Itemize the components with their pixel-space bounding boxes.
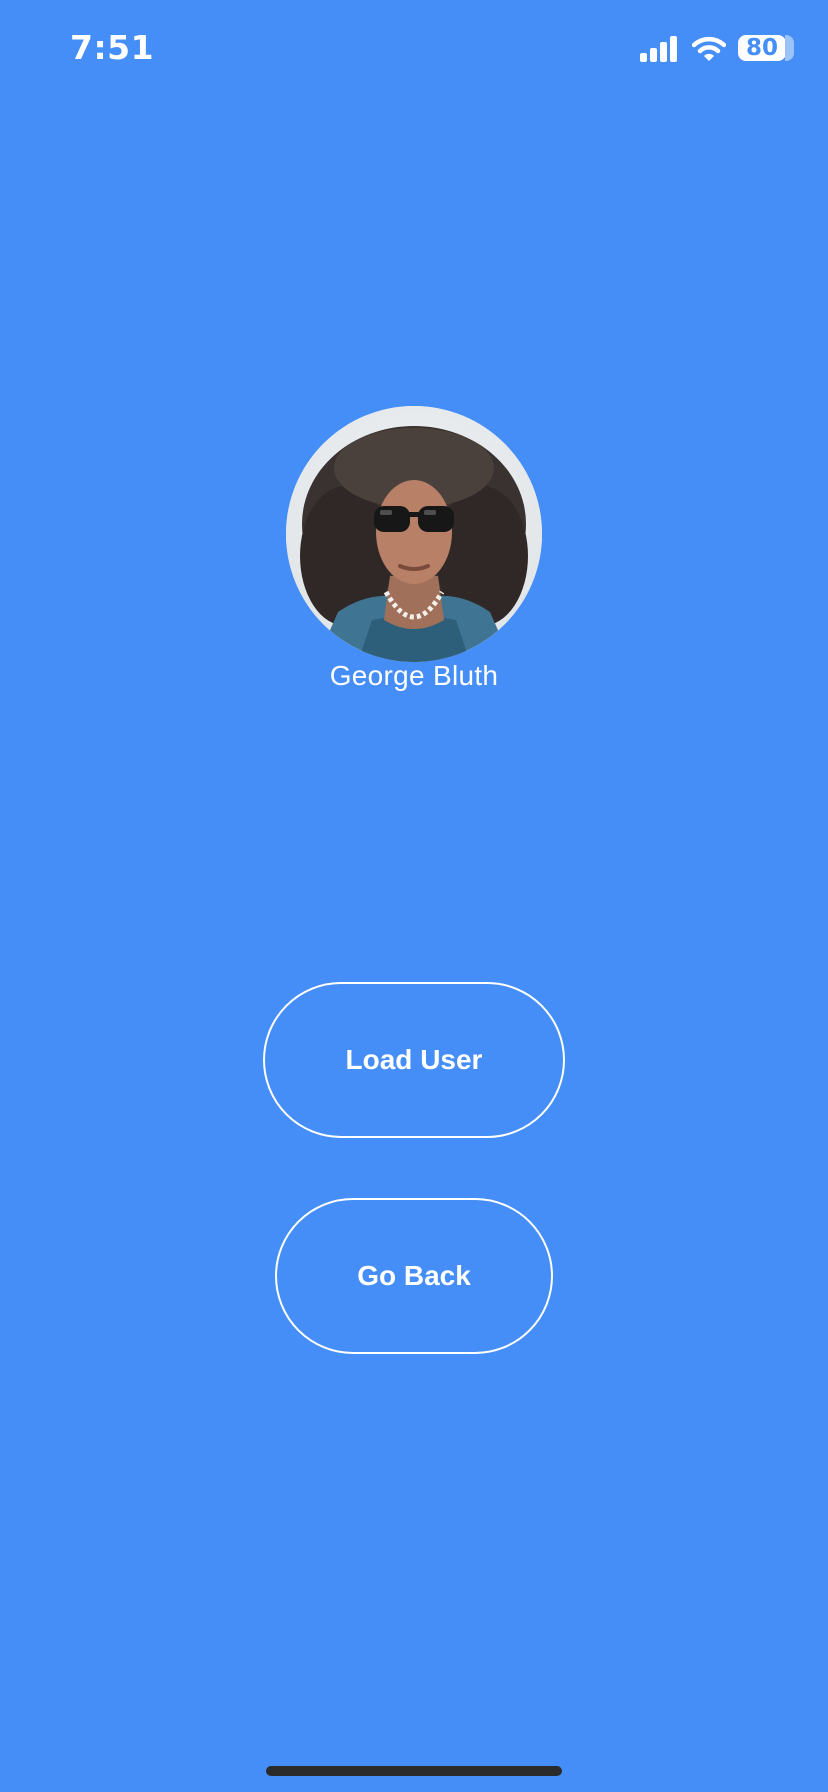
user-name: George Bluth	[329, 660, 499, 691]
battery-level: 80	[745, 35, 778, 61]
go-back-button[interactable]: Go Back	[275, 1198, 553, 1354]
signal-icon	[640, 36, 677, 62]
load-user-button[interactable]: Load User	[263, 982, 565, 1138]
status-icons: 80	[640, 32, 794, 66]
home-indicator[interactable]	[266, 1766, 562, 1776]
avatar-photo	[286, 406, 542, 662]
status-bar: 7:51 80	[0, 0, 828, 100]
wifi-icon	[692, 36, 726, 61]
status-time: 7:51	[70, 28, 155, 67]
battery-icon: 80	[738, 35, 794, 63]
avatar	[286, 406, 542, 662]
